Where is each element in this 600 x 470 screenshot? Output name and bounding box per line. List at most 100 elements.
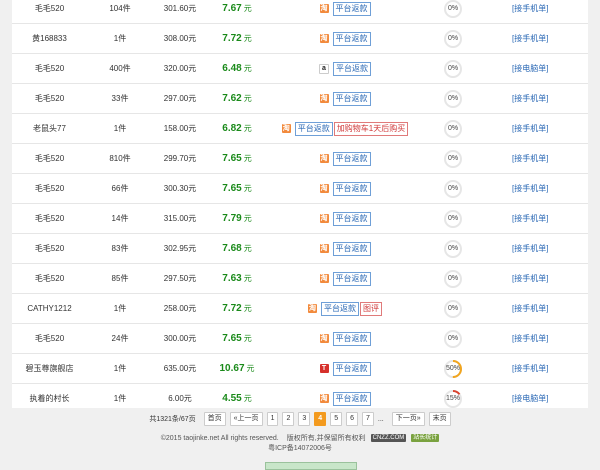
commission-amount: 7.65 [222,153,242,164]
requirement-tag: 加购物车1天后购买 [333,121,409,136]
table-row: 毛毛520 810件 299.70元 7.65 元淘平台返款 0% [接手机单] [12,144,588,174]
seller-name: 毛毛520 [34,274,65,283]
page-7-button[interactable]: 7 [362,412,374,426]
refund-tag: 平台返款 [332,151,371,166]
table-row: 黄168833 1件 308.00元 7.72 元淘平台返款 0% [接手机单] [12,24,588,54]
commission-amount: 6.82 [222,123,242,134]
page-6-button[interactable]: 6 [346,412,358,426]
accept-order-link[interactable]: [接手机单] [512,24,588,54]
accept-order-link-text[interactable]: [接手机单] [512,304,548,313]
accept-order-link[interactable]: [接手机单] [512,0,588,24]
accept-order-link[interactable]: [接手机单] [512,114,588,144]
commission-cell: 7.65 元 [212,324,262,354]
seller-name: 毛毛520 [34,64,65,73]
commission-cell: 7.65 元 [212,174,262,204]
page-2-button[interactable]: 2 [282,412,295,426]
taobao-icon: 淘 [319,394,329,404]
progress-ring: 0% [442,0,464,24]
progress-percent: 0% [447,155,459,162]
stats-badge[interactable]: 站长统计 [411,434,440,443]
icp-text[interactable]: 粤ICP备14072006号 [0,444,600,454]
seller-name: 黄168833 [32,34,67,43]
item-quantity: 14件 [111,214,129,223]
item-price: 301.60元 [163,4,197,13]
accept-order-link-text[interactable]: [接电脑单] [512,394,548,403]
commission-amount: 7.68 [222,243,242,254]
accept-order-link[interactable]: [接手机单] [512,174,588,204]
first-page-button[interactable]: 首页 [203,412,226,426]
refund-tag: 平台返款 [332,31,371,46]
commission-amount: 4.55 [222,393,242,404]
refund-tag: 平台返款 [332,1,371,16]
accept-order-link[interactable]: [接手机单] [512,234,588,264]
bottom-bar [265,462,357,470]
accept-order-link-text[interactable]: [接手机单] [512,124,548,133]
item-quantity: 1件 [113,124,127,133]
accept-order-link-text[interactable]: [接手机单] [512,4,548,13]
item-quantity: 810件 [109,154,131,163]
table-row: 毛毛520 14件 315.00元 7.79 元淘平台返款 0% [接手机单] [12,204,588,234]
page-4-button-current[interactable]: 4 [314,412,327,426]
pagination-total: 共1321条/67页 [149,416,196,423]
item-quantity: 66件 [111,184,129,193]
item-price: 297.00元 [163,94,197,103]
next-page-button[interactable]: 下一页» [391,412,425,426]
accept-order-link[interactable]: [接手机单] [512,144,588,174]
commission-cell: 7.68 元 [212,234,262,264]
accept-order-link-text[interactable]: [接手机单] [512,334,548,343]
refund-tag: 平台返款 [332,241,371,256]
refund-tag: 平台返款 [332,91,371,106]
item-price: 300.30元 [163,184,197,193]
commission-amount: 7.65 [222,333,242,344]
accept-order-link[interactable]: [接手机单] [512,84,588,114]
refund-tag: 平台返款 [333,61,371,76]
item-price: 302.95元 [163,244,197,253]
accept-order-link-text[interactable]: [接手机单] [512,94,548,103]
cnzz-badge[interactable]: CNZZ.COM [370,434,407,443]
accept-order-link[interactable]: [接手机单] [512,264,588,294]
accept-order-link-text[interactable]: [接手机单] [512,364,548,373]
commission-amount: 7.79 [222,213,242,224]
item-price: 158.00元 [163,124,197,133]
accept-order-link-text[interactable]: [接手机单] [512,154,548,163]
table-row: 碧玉尊旗舰店 1件 635.00元 10.67 元 T 平台返款 50% [接手机单] [12,354,588,384]
page-3-button[interactable]: 3 [298,412,311,426]
page-5-button[interactable]: 5 [330,412,343,426]
item-quantity: 33件 [111,94,129,103]
accept-order-link[interactable]: [接手机单] [512,354,588,384]
progress-percent: 0% [447,5,459,12]
progress-ring: 0% [442,264,464,294]
accept-order-link-text[interactable]: [接手机单] [512,274,548,283]
amazon-icon: a [319,63,329,74]
accept-order-link[interactable]: [接手机单] [512,324,588,354]
progress-percent: 0% [447,125,459,132]
item-price: 299.70元 [163,154,197,163]
task-tags: 淘平台返款 [260,234,430,264]
commission-amount: 7.72 [222,303,242,314]
item-price: 320.00元 [163,64,197,73]
commission-cell: 7.79 元 [212,204,262,234]
commission-unit: 元 [246,364,255,373]
commission-unit: 元 [243,394,252,403]
accept-order-link-text[interactable]: [接手机单] [512,184,548,193]
page-1-button[interactable]: 1 [266,412,279,426]
accept-order-link[interactable]: [接手机单] [512,204,588,234]
accept-order-link-text[interactable]: [接电脑单] [512,64,548,73]
seller-name: 毛毛520 [34,94,65,103]
prev-page-button[interactable]: «上一页 [229,412,263,426]
accept-order-link-text[interactable]: [接手机单] [512,214,548,223]
accept-order-link[interactable]: [接电脑单] [512,54,588,84]
task-table: 毛毛520 104件 301.60元 7.67 元淘平台返款 0% [接手机单] 黄16883… [12,0,588,414]
accept-order-link-text[interactable]: [接手机单] [512,244,548,253]
commission-unit: 元 [243,274,252,283]
progress-percent: 0% [447,305,459,312]
accept-order-link[interactable]: [接手机单] [512,294,588,324]
accept-order-link-text[interactable]: [接手机单] [512,34,548,43]
task-tags: 淘平台返款 [260,324,430,354]
footer: ©2015 taojinke.net All rights reserved. … [0,434,600,454]
progress-percent: 0% [447,35,459,42]
progress-ring: 0% [442,144,464,174]
commission-amount: 7.67 [222,3,242,14]
item-quantity: 1件 [113,304,127,313]
last-page-button[interactable]: 末页 [428,412,451,426]
